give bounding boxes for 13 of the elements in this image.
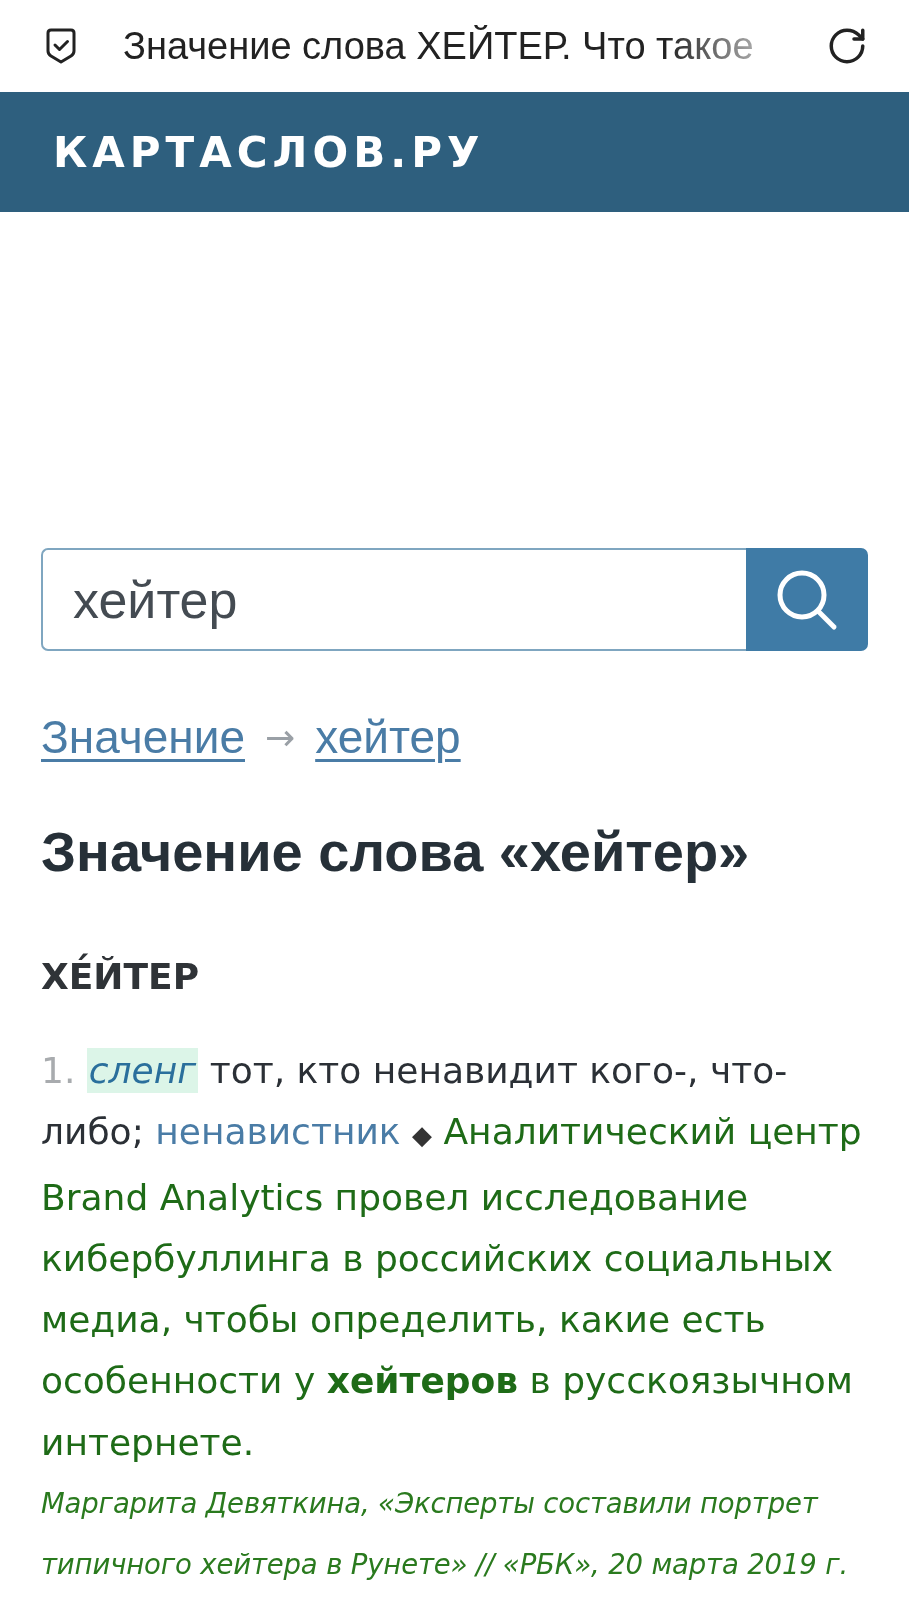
- search-field[interactable]: хейтер: [41, 548, 746, 651]
- site-logo[interactable]: КАРТАСЛОВ.РУ: [53, 127, 485, 177]
- definition-text: 1. сленг тот, кто ненавидит кого-, что-либо; ненавистник ◆ Аналитический центр Brand Analytics провел исследование кибербуллинга в российских социальных медиа, чтобы определить, какие есть особенности у хейтеров в русскоязычном интернете.: [41, 1047, 863, 1465]
- breadcrumb-link[interactable]: Значение: [41, 710, 245, 764]
- page-title[interactable]: Значение слова ХЕЙТЕР. Что такое: [123, 24, 754, 68]
- breadcrumb-link[interactable]: хейтер: [315, 710, 461, 764]
- synonym-link[interactable]: ненавистник: [155, 1111, 401, 1153]
- headword: ХЕ́ЙТЕР: [41, 952, 199, 1002]
- citation-text: Маргарита Девяткина, «Эксперты составили портрет типичного хейтера в Рунете» // «РБК», 20 марта 2019 г.: [41, 1486, 850, 1583]
- search-button[interactable]: [746, 548, 868, 651]
- page-heading: Значение слова «хейтер»: [41, 819, 751, 885]
- usage-label: сленг: [86, 1048, 199, 1093]
- breadcrumb-arrow: →: [265, 716, 296, 758]
